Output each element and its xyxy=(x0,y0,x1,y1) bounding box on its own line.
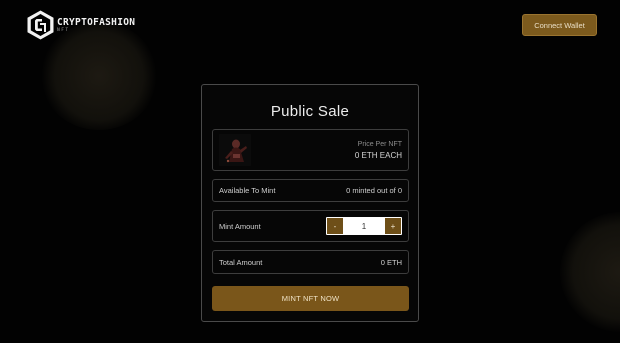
nft-figure-graphic xyxy=(219,134,251,166)
total-row: Total Amount 0 ETH xyxy=(212,250,409,274)
mint-nft-button[interactable]: MINT NFT NOW xyxy=(212,286,409,311)
increment-button[interactable]: + xyxy=(385,218,401,234)
brand-logo[interactable]: CRYPTOFASHION NFT xyxy=(27,10,135,40)
nft-thumbnail-image xyxy=(219,134,251,166)
price-value: 0 ETH EACH xyxy=(354,150,402,160)
available-row: Available To Mint 0 minted out of 0 xyxy=(212,179,409,202)
sale-title: Public Sale xyxy=(270,103,350,120)
available-label: Available To Mint xyxy=(219,186,276,195)
available-value: 0 minted out of 0 xyxy=(346,186,402,195)
connect-wallet-button[interactable]: Connect Wallet xyxy=(522,14,597,36)
page: CRYPTOFASHION NFT Connect Wallet Public … xyxy=(0,0,620,343)
logo-name: CRYPTOFASHION xyxy=(57,16,136,28)
mint-amount-row: Mint Amount - + xyxy=(212,210,409,242)
sale-card: Public Sale Price Per NFT 0 ETH EACH Ava… xyxy=(201,84,419,322)
price-label: Price Per NFT xyxy=(357,140,402,148)
logo-subtitle: NFT xyxy=(57,27,70,33)
cryptofashion-logo-icon xyxy=(27,10,54,40)
mint-amount-stepper: - + xyxy=(326,217,402,235)
mint-amount-label: Mint Amount xyxy=(219,221,261,231)
mint-amount-input[interactable] xyxy=(343,218,385,234)
decrement-button[interactable]: - xyxy=(327,218,343,234)
background-glow-right xyxy=(560,212,620,332)
price-row: Price Per NFT 0 ETH EACH xyxy=(212,129,409,171)
total-value: 0 ETH xyxy=(380,257,402,267)
total-label: Total Amount xyxy=(219,257,263,267)
